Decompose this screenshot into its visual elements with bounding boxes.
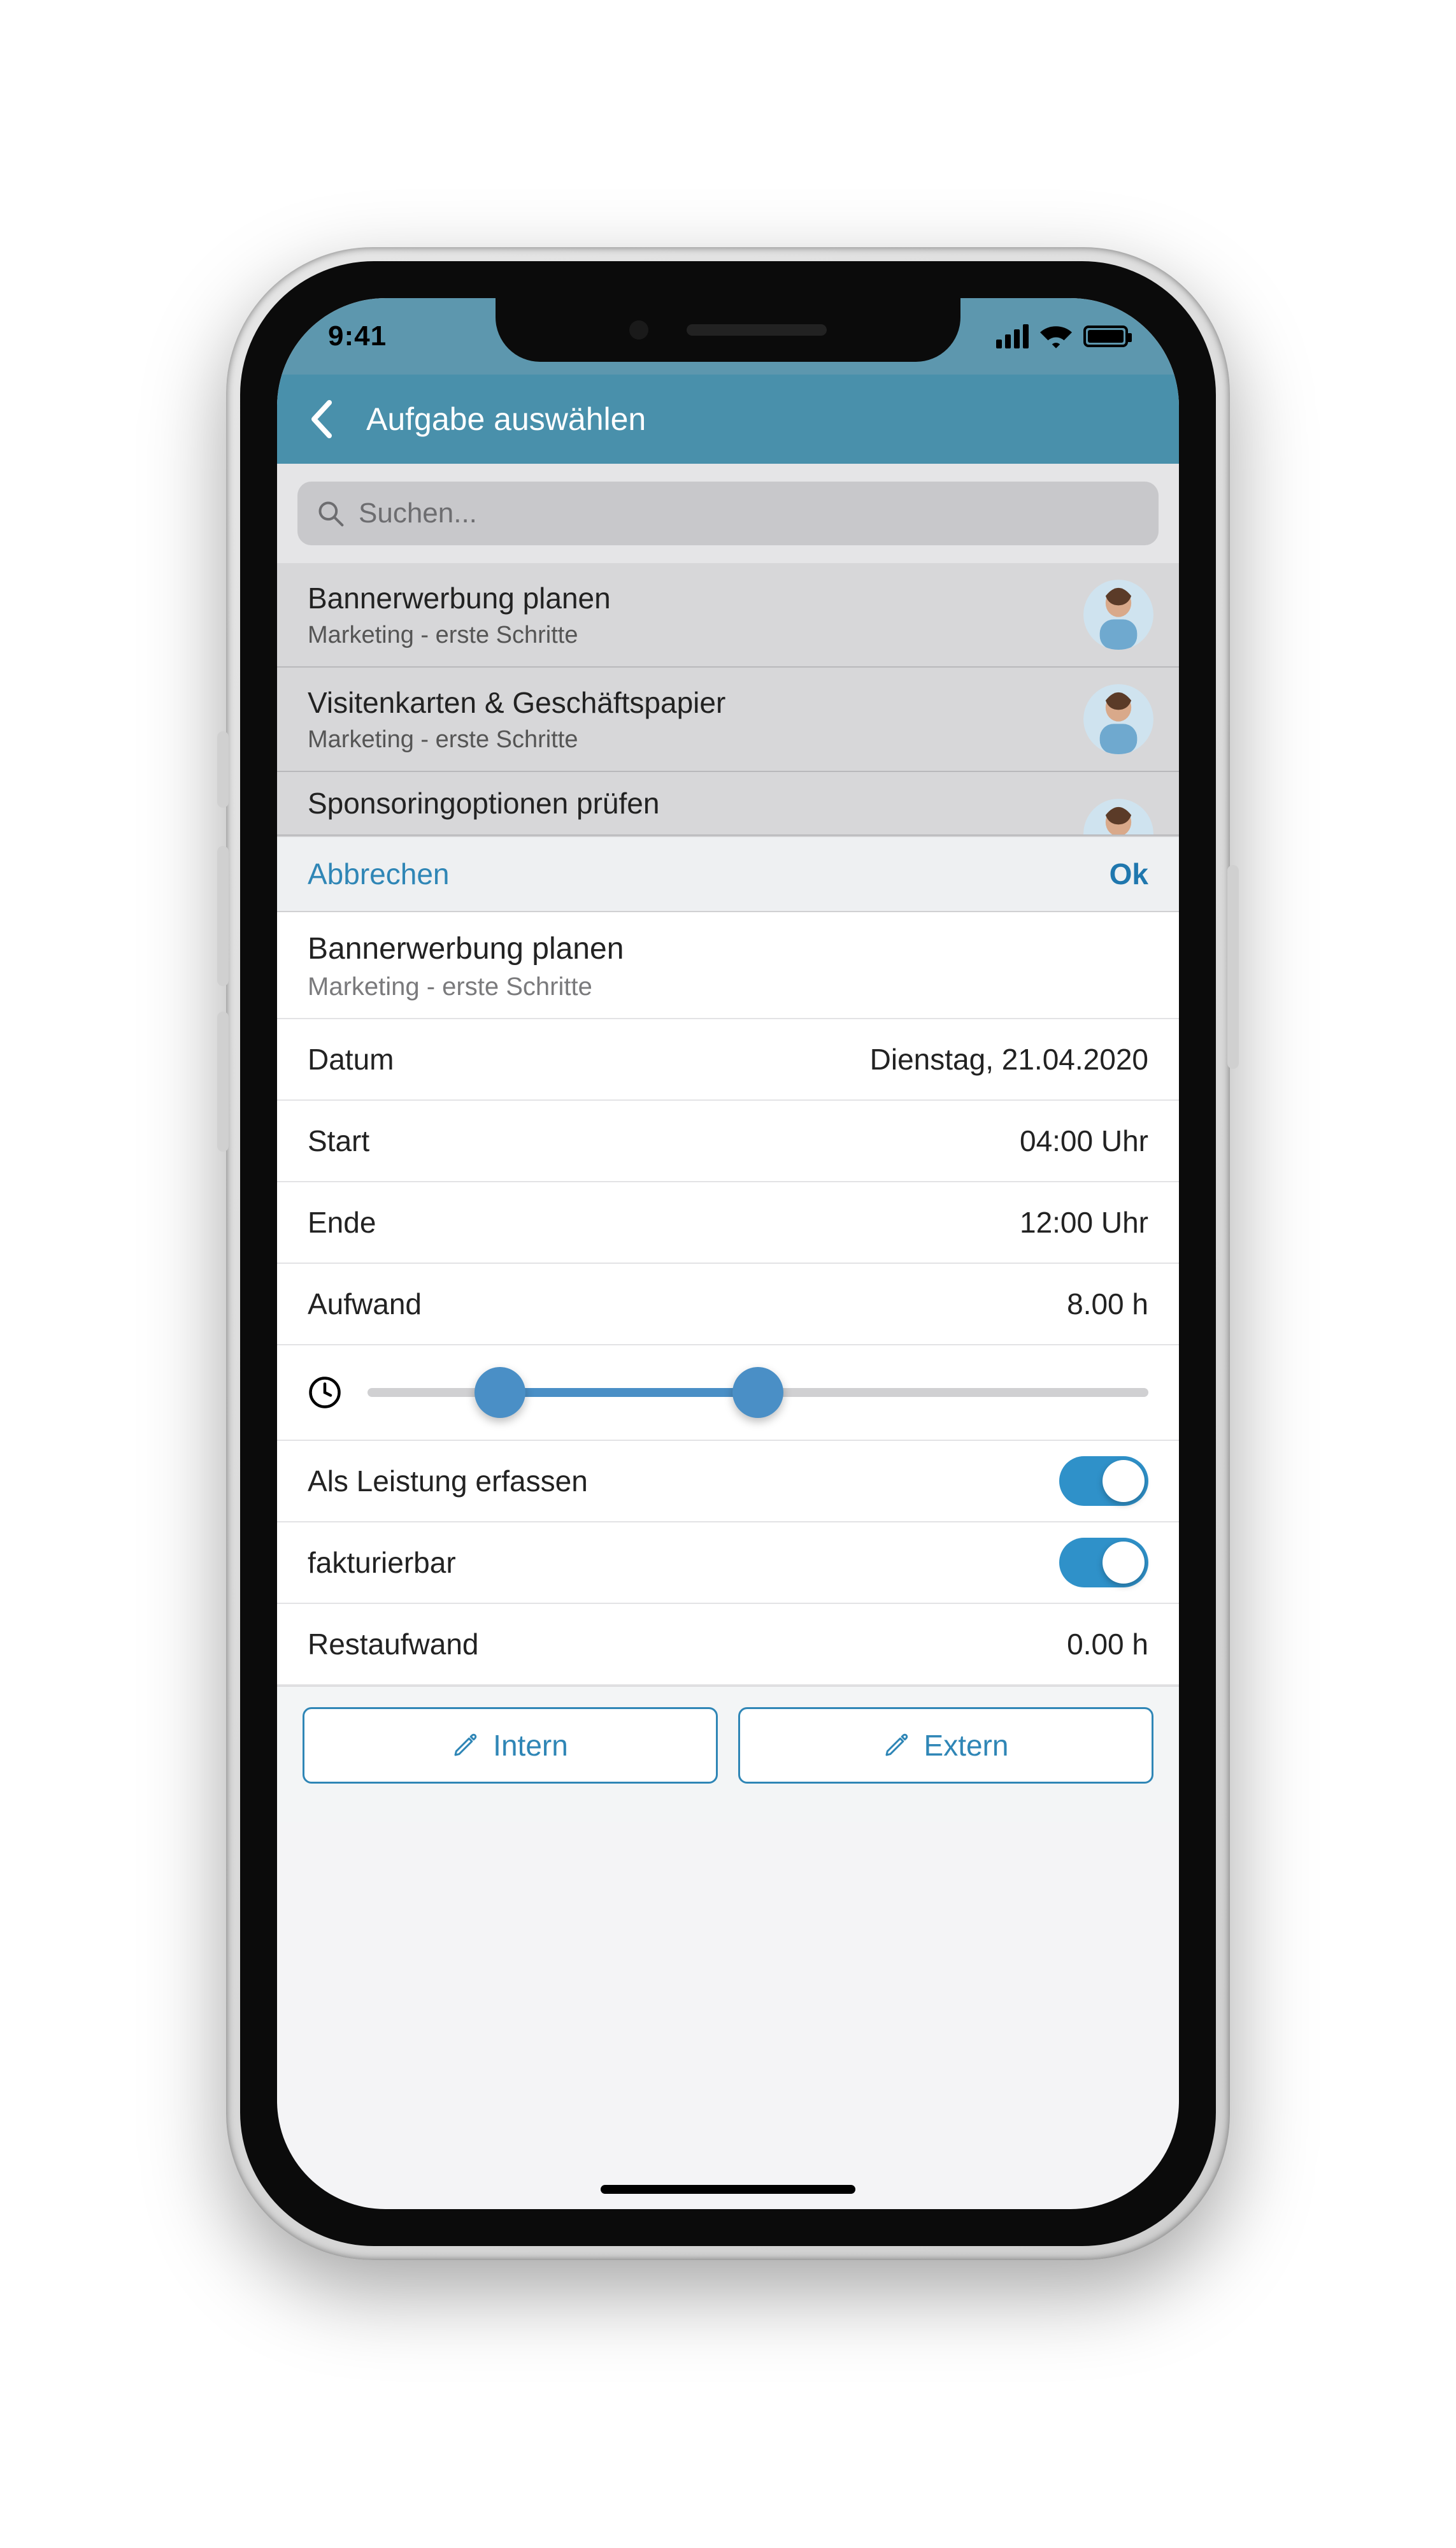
phone-frame: 9:41: [226, 247, 1230, 2260]
home-indicator[interactable]: [601, 2185, 855, 2194]
row-label: Aufwand: [308, 1287, 422, 1321]
page-title: Aufgabe auswählen: [366, 401, 646, 438]
ok-button[interactable]: Ok: [1110, 857, 1148, 891]
row-label: fakturierbar: [308, 1545, 456, 1580]
back-button[interactable]: [303, 400, 341, 438]
task-item[interactable]: Sponsoringoptionen prüfen Marketing - er…: [277, 772, 1179, 836]
screen: 9:41: [277, 298, 1179, 2209]
slider-handle-end[interactable]: [732, 1367, 783, 1418]
mute-switch: [217, 731, 229, 808]
date-row[interactable]: Datum Dienstag, 21.04.2020: [277, 1019, 1179, 1101]
selected-task: Bannerwerbung planen Marketing - erste S…: [277, 912, 1179, 1019]
row-label: Datum: [308, 1042, 394, 1077]
task-item[interactable]: Bannerwerbung planen Marketing - erste S…: [277, 563, 1179, 668]
selected-task-subtitle: Marketing - erste Schritte: [308, 973, 1148, 1001]
task-title: Bannerwerbung planen: [308, 581, 611, 615]
button-label: Intern: [493, 1728, 568, 1763]
front-camera: [629, 320, 648, 340]
billable-row: fakturierbar: [277, 1522, 1179, 1604]
battery-icon: [1083, 326, 1128, 347]
row-value: 12:00 Uhr: [1020, 1205, 1148, 1240]
pencil-icon: [452, 1733, 478, 1758]
row-value: Dienstag, 21.04.2020: [870, 1042, 1148, 1077]
detail-sheet: Bannerwerbung planen Marketing - erste S…: [277, 912, 1179, 1686]
row-value: 0.00 h: [1067, 1627, 1148, 1661]
task-subtitle: Marketing - erste Schritte: [308, 622, 611, 649]
task-subtitle: Marketing - erste Schritte: [308, 726, 725, 754]
power-button: [1227, 865, 1239, 1069]
intern-button[interactable]: Intern: [303, 1707, 718, 1784]
row-value: 8.00 h: [1067, 1287, 1148, 1321]
row-value: 04:00 Uhr: [1020, 1124, 1148, 1158]
volume-down-button: [217, 1012, 229, 1152]
end-row[interactable]: Ende 12:00 Uhr: [277, 1182, 1179, 1264]
start-row[interactable]: Start 04:00 Uhr: [277, 1101, 1179, 1182]
notch: [496, 298, 960, 362]
assignee-avatar: [1083, 684, 1153, 754]
search-icon: [317, 499, 345, 527]
effort-row[interactable]: Aufwand 8.00 h: [277, 1264, 1179, 1345]
clock-icon: [308, 1375, 342, 1410]
search-area: [277, 464, 1179, 563]
search-field[interactable]: [297, 482, 1159, 545]
selected-task-title: Bannerwerbung planen: [308, 931, 1148, 966]
task-title: Sponsoringoptionen prüfen: [308, 786, 659, 820]
row-label: Restaufwand: [308, 1627, 479, 1661]
billable-toggle[interactable]: [1059, 1538, 1148, 1587]
slider-handle-start[interactable]: [475, 1367, 525, 1418]
capture-row: Als Leistung erfassen: [277, 1441, 1179, 1522]
chevron-left-icon: [309, 400, 334, 438]
remaining-row[interactable]: Restaufwand 0.00 h: [277, 1604, 1179, 1686]
status-time: 9:41: [328, 320, 387, 352]
time-range-row: [277, 1345, 1179, 1441]
sheet-action-bar: Abbrechen Ok: [277, 836, 1179, 912]
cellular-icon: [996, 324, 1029, 348]
task-title: Visitenkarten & Geschäftspapier: [308, 685, 725, 720]
pencil-icon: [883, 1733, 909, 1758]
task-list: Bannerwerbung planen Marketing - erste S…: [277, 563, 1179, 836]
assignee-avatar: [1083, 580, 1153, 650]
volume-up-button: [217, 846, 229, 986]
earpiece: [687, 324, 827, 336]
search-input[interactable]: [359, 497, 1139, 529]
cancel-button[interactable]: Abbrechen: [308, 857, 450, 891]
task-item[interactable]: Visitenkarten & Geschäftspapier Marketin…: [277, 668, 1179, 772]
row-label: Ende: [308, 1205, 376, 1240]
button-label: Extern: [924, 1728, 1009, 1763]
row-label: Start: [308, 1124, 369, 1158]
extern-button[interactable]: Extern: [738, 1707, 1153, 1784]
capture-toggle[interactable]: [1059, 1456, 1148, 1506]
footer-bar: Intern Extern: [277, 1686, 1179, 1822]
nav-header: Aufgabe auswählen: [277, 375, 1179, 464]
wifi-icon: [1040, 324, 1072, 348]
row-label: Als Leistung erfassen: [308, 1464, 588, 1498]
assignee-avatar: [1083, 799, 1153, 836]
time-range-slider[interactable]: [368, 1388, 1148, 1397]
